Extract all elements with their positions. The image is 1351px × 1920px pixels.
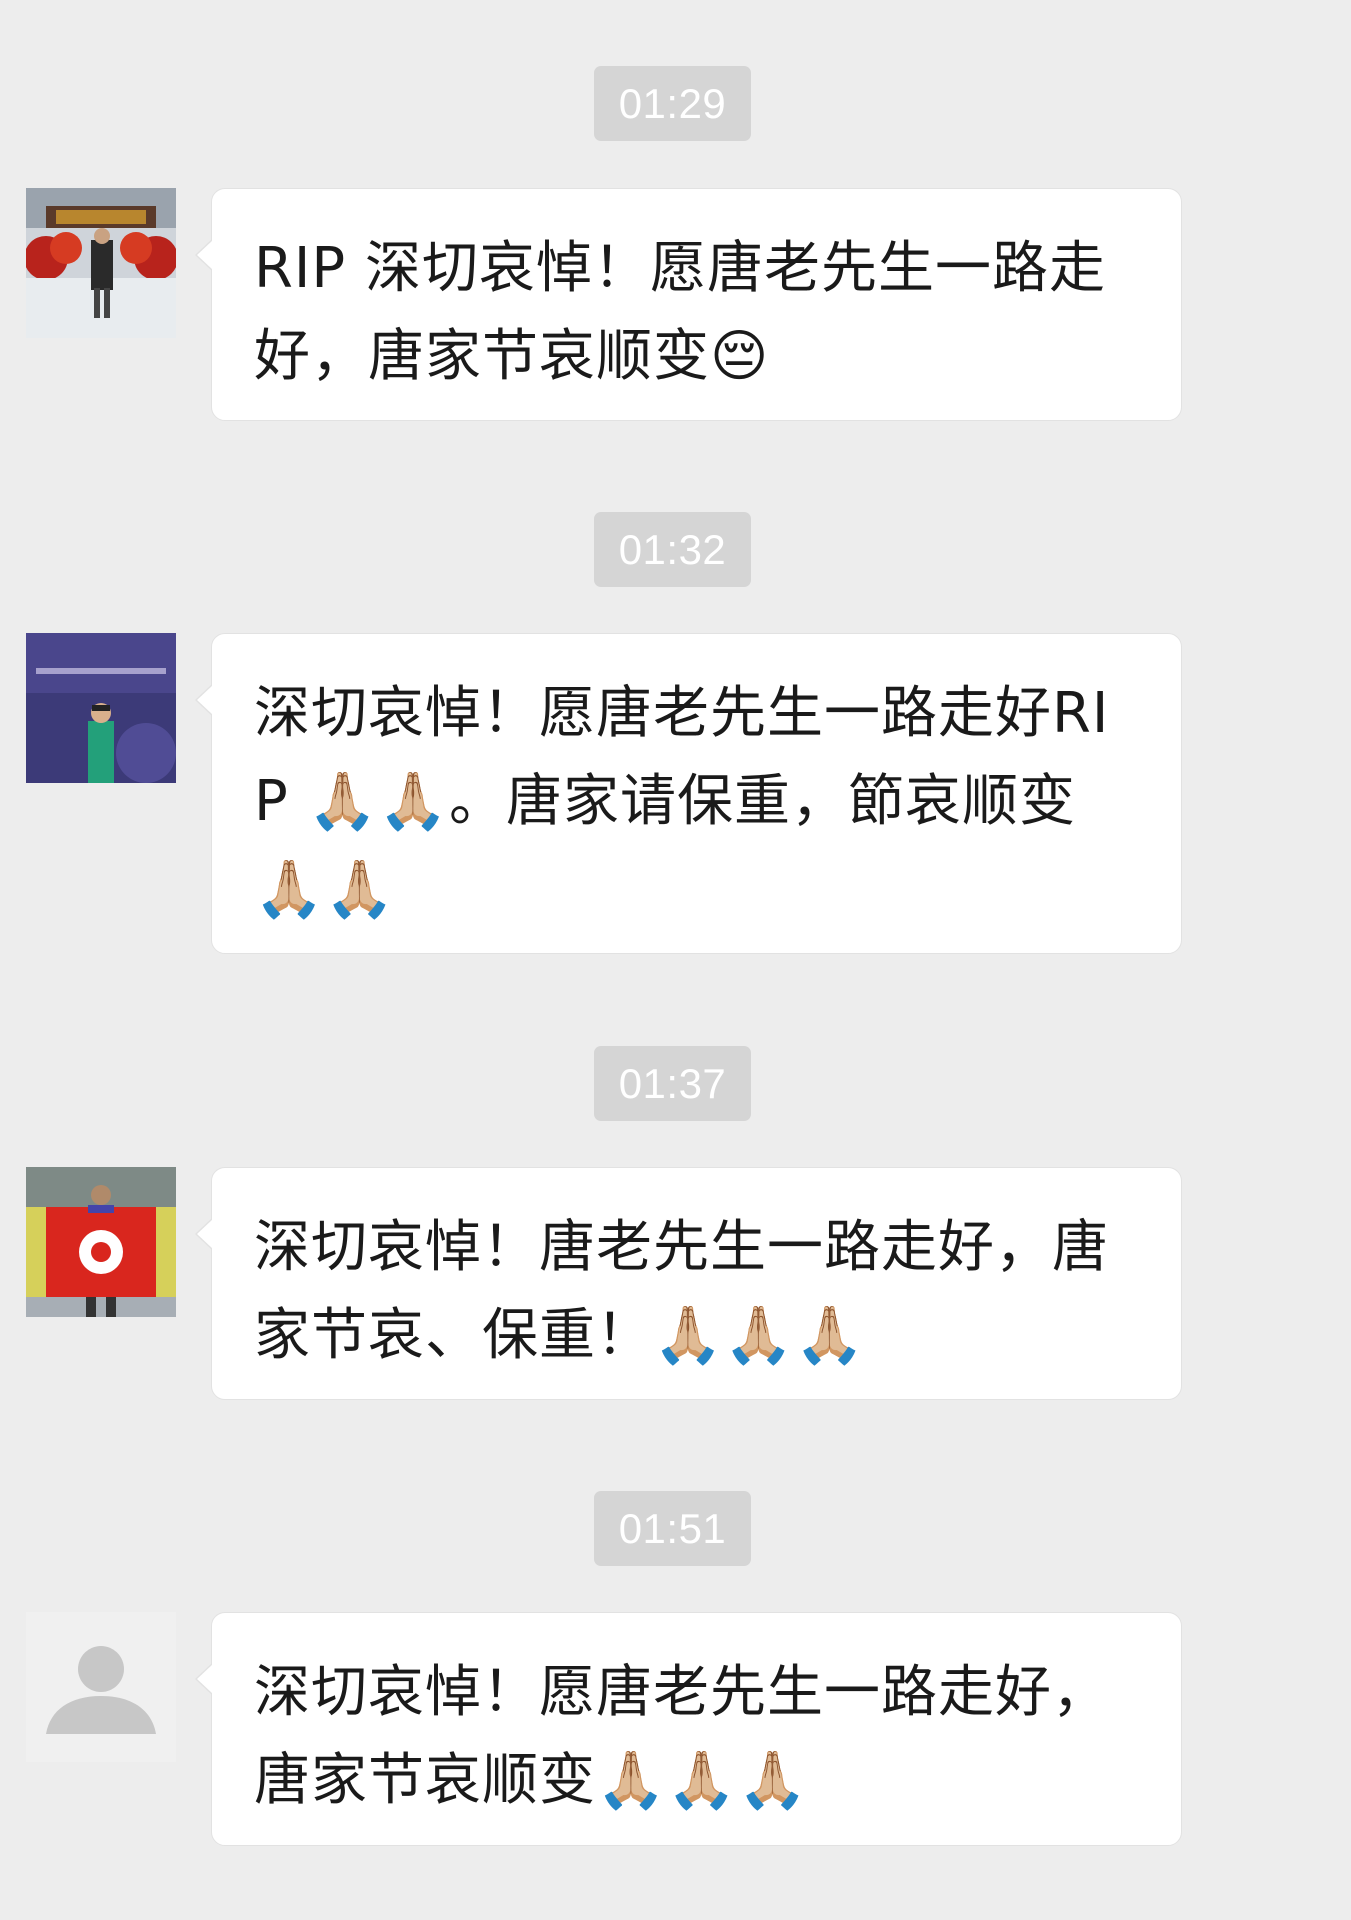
sender-avatar[interactable] — [26, 633, 176, 783]
message-text: RIP 深切哀悼！愿唐老先生一路走好，唐家节哀顺变😔 — [254, 236, 1106, 389]
sender-avatar[interactable] — [26, 188, 176, 338]
avatar-photo-icon — [26, 1167, 176, 1317]
message-bubble[interactable]: RIP 深切哀悼！愿唐老先生一路走好，唐家节哀顺变😔 — [195, 188, 1182, 421]
avatar-photo-icon — [26, 188, 176, 338]
sender-avatar[interactable] — [26, 1612, 176, 1762]
message-bubble[interactable]: 深切哀悼！愿唐老先生一路走好，唐家节哀顺变🙏🏼🙏🏼🙏🏼 — [195, 1612, 1182, 1846]
sender-avatar[interactable] — [26, 1167, 176, 1317]
message-bubble[interactable]: 深切哀悼！唐老先生一路走好，唐家节哀、保重！🙏🏼🙏🏼🙏🏼 — [195, 1167, 1182, 1400]
message-bubble[interactable]: 深切哀悼！愿唐老先生一路走好RIP 🙏🏼🙏🏼。唐家请保重，節哀顺变 🙏🏼🙏🏼 — [195, 633, 1182, 954]
message-timestamp: 01:29 — [594, 66, 751, 141]
message-text: 深切哀悼！唐老先生一路走好，唐家节哀、保重！🙏🏼🙏🏼🙏🏼 — [254, 1215, 1109, 1368]
default-person-icon — [26, 1612, 176, 1762]
message-timestamp: 01:51 — [594, 1491, 751, 1566]
message-text: 深切哀悼！愿唐老先生一路走好RIP 🙏🏼🙏🏼。唐家请保重，節哀顺变 🙏🏼🙏🏼 — [254, 681, 1110, 922]
message-timestamp: 01:37 — [594, 1046, 751, 1121]
message-text: 深切哀悼！愿唐老先生一路走好，唐家节哀顺变🙏🏼🙏🏼🙏🏼 — [254, 1660, 1109, 1813]
message-timestamp: 01:32 — [594, 512, 751, 587]
avatar-photo-icon — [26, 633, 176, 783]
